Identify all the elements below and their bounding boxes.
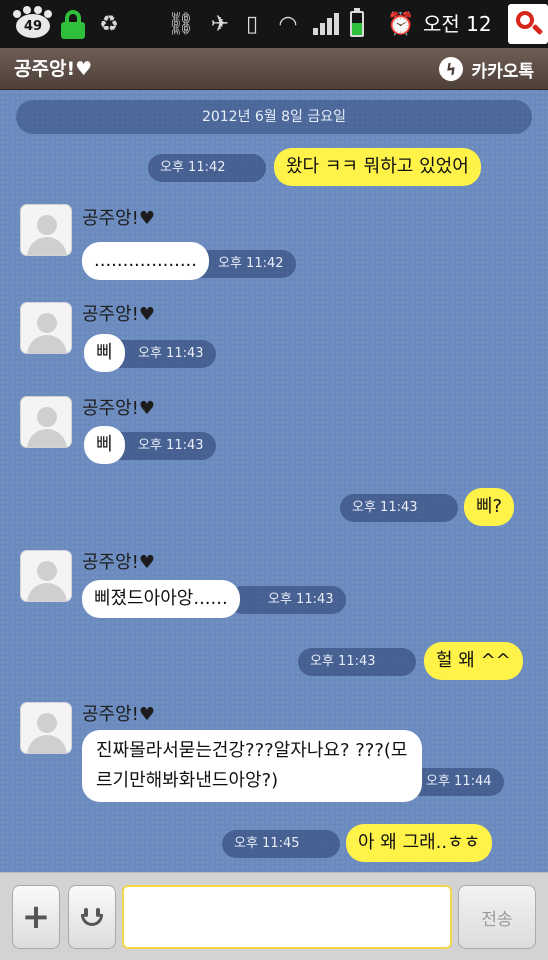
brand-label: 카카오톡 xyxy=(471,61,534,82)
status-bar: 49 ♻ ⛓ ✈ ▯ ◠ ⏰ 오전 12 xyxy=(0,0,548,48)
avatar[interactable] xyxy=(20,550,72,602)
message-time: 오후 11:43 xyxy=(298,648,416,676)
mute-icon: ✈ xyxy=(210,11,230,37)
sender-name: 공주앙!♥ xyxy=(82,552,156,573)
recycle-icon: ♻ xyxy=(99,11,119,37)
date-divider: 2012년 6월 8일 금요일 xyxy=(16,100,532,134)
battery-icon xyxy=(346,8,368,40)
message-time: 오후 11:42 xyxy=(148,154,266,182)
kakaotalk-brand[interactable]: ϟ 카카오톡 xyxy=(437,48,534,90)
incoming-message[interactable]: 삐졌드아아앙...... xyxy=(82,580,240,618)
avatar[interactable] xyxy=(20,302,72,354)
input-bar: + 전송 xyxy=(0,872,548,960)
outgoing-message[interactable]: 삐? xyxy=(464,488,515,526)
avatar[interactable] xyxy=(20,204,72,256)
sender-name: 공주앙!♥ xyxy=(82,208,156,229)
message-time: 오후 11:43 xyxy=(228,586,346,614)
notification-count: 49 xyxy=(16,14,50,38)
paw-icon: 49 xyxy=(10,6,54,40)
incoming-message[interactable]: .................. xyxy=(82,242,209,280)
avatar[interactable] xyxy=(20,396,72,448)
attach-button[interactable]: + xyxy=(12,885,60,949)
incoming-message[interactable]: 진짜몰라서묻는건강???알자나요? ???(모르기만해봐화낸드아앙?) xyxy=(82,730,422,802)
wifi-icon: ◠ xyxy=(278,11,298,37)
incoming-message[interactable]: 삐 xyxy=(84,334,125,372)
message-input[interactable] xyxy=(122,885,452,949)
send-button[interactable]: 전송 xyxy=(458,885,536,949)
search-icon[interactable] xyxy=(508,4,548,44)
bolt-icon: ϟ xyxy=(437,55,466,83)
vibrate-icon: ▯ xyxy=(245,11,259,37)
sender-name: 공주앙!♥ xyxy=(82,304,156,325)
sender-name: 공주앙!♥ xyxy=(82,398,156,419)
sender-name: 공주앙!♥ xyxy=(82,704,156,725)
chat-header: 공주앙!♥ ϟ 카카오톡 xyxy=(0,48,548,90)
lock-icon xyxy=(58,8,88,40)
chat-title[interactable]: 공주앙!♥ xyxy=(14,48,92,90)
outgoing-message[interactable]: 헐 왜 ^^ xyxy=(424,642,523,680)
emoticon-button[interactable] xyxy=(68,885,116,949)
smiley-icon xyxy=(77,902,107,932)
outgoing-message[interactable]: 왔다 ㅋㅋ 뭐하고 있었어 xyxy=(274,148,481,186)
outgoing-message[interactable]: 아 왜 그래..ㅎㅎ xyxy=(346,824,493,862)
signal-icon xyxy=(311,8,339,40)
avatar[interactable] xyxy=(20,702,72,754)
alarm-icon: ⏰ xyxy=(387,11,415,37)
message-time: 오후 11:43 xyxy=(340,494,458,522)
plus-icon: + xyxy=(21,897,51,937)
incoming-message[interactable]: 삐 xyxy=(84,426,125,464)
usb-debug-icon: ⛓ xyxy=(167,11,195,37)
status-clock: 오전 12 xyxy=(423,12,492,36)
chat-area[interactable]: 2012년 6월 8일 금요일 오후 11:42 왔다 ㅋㅋ 뭐하고 있었어 공… xyxy=(0,90,548,872)
message-time: 오후 11:45 xyxy=(222,830,340,858)
